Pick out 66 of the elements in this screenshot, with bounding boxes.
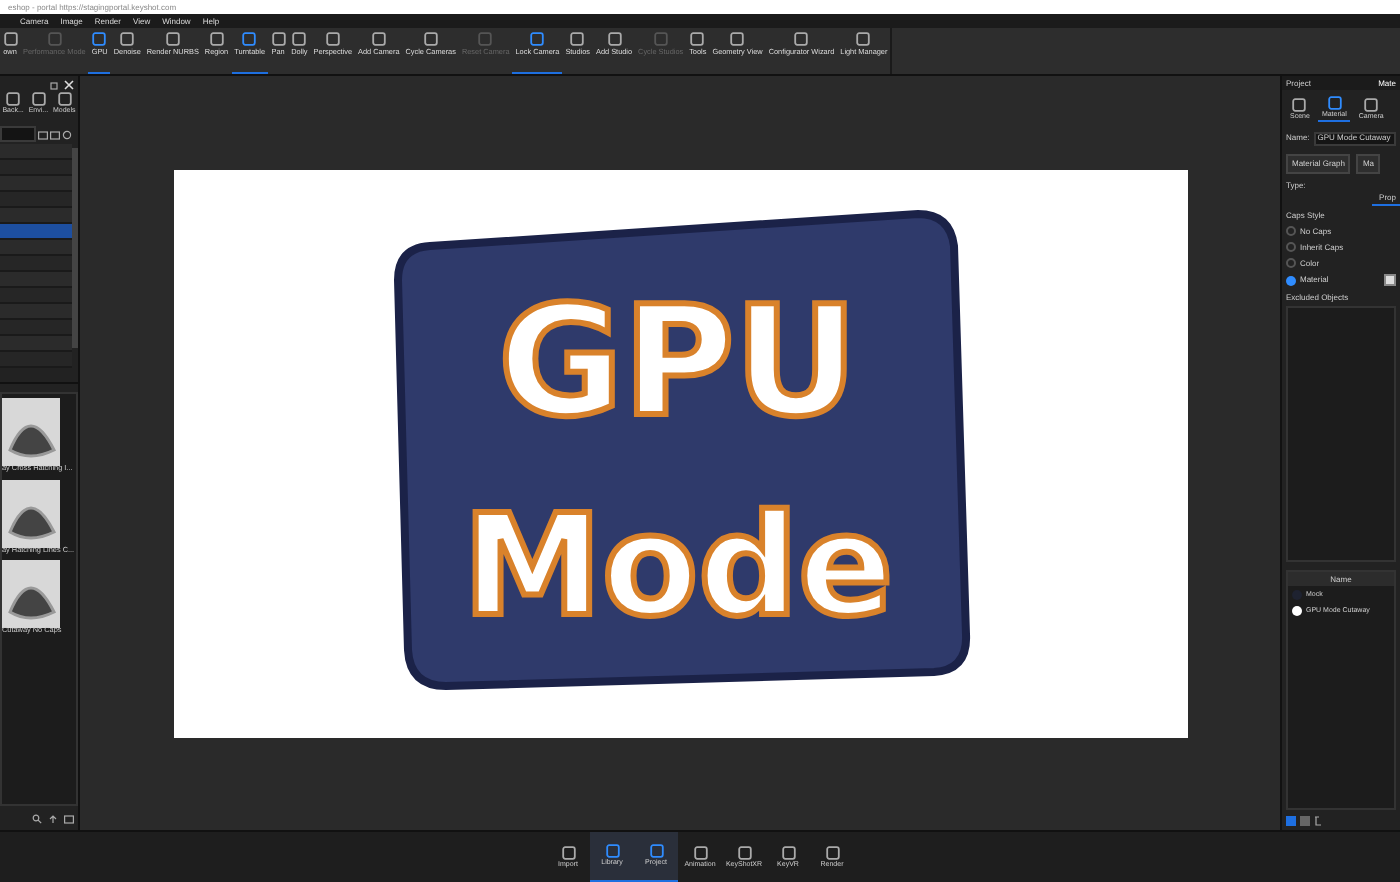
radio-button[interactable]: [1286, 258, 1296, 268]
list-row[interactable]: [0, 224, 72, 240]
material-thumbnail[interactable]: [2, 560, 60, 629]
list-row[interactable]: [0, 192, 72, 208]
grid-view-icon[interactable]: [1300, 815, 1310, 825]
square-icon: [47, 32, 62, 46]
square-icon: [57, 92, 72, 106]
radio-button[interactable]: [1286, 242, 1296, 252]
list-row[interactable]: [0, 336, 72, 352]
radio-button[interactable]: [1286, 275, 1296, 285]
square-icon: [856, 32, 871, 46]
hierarchy-icon[interactable]: [1314, 815, 1324, 825]
square-icon: [31, 92, 46, 106]
list-row[interactable]: [0, 288, 72, 304]
list-row[interactable]: [0, 160, 72, 176]
list-row[interactable]: [0, 208, 72, 224]
square-icon: [781, 845, 795, 860]
square-icon: [1327, 95, 1342, 109]
square-icon: [371, 32, 386, 46]
square-icon: [165, 32, 180, 46]
list-row[interactable]: [0, 304, 72, 320]
square-icon: [825, 845, 839, 860]
refresh-icon[interactable]: [62, 129, 72, 139]
square-icon: [242, 32, 257, 46]
square-icon: [120, 32, 135, 46]
square-icon: [649, 844, 663, 859]
square-icon: [1292, 97, 1307, 111]
square-icon: [271, 32, 286, 46]
square-icon: [423, 32, 438, 46]
list-row[interactable]: [0, 176, 72, 192]
list-row[interactable]: [0, 272, 72, 288]
square-icon: [570, 32, 585, 46]
folder-icon[interactable]: [64, 813, 74, 823]
square-icon: [794, 32, 809, 46]
render-text: GPU: [497, 271, 857, 449]
square-icon: [92, 32, 107, 46]
square-icon: [3, 32, 17, 46]
zoom-icon[interactable]: [32, 813, 42, 823]
close-icon[interactable]: [64, 79, 74, 89]
square-icon: [478, 32, 493, 46]
square-icon: [561, 845, 575, 860]
list-row[interactable]: [0, 320, 72, 336]
square-icon: [607, 32, 622, 46]
square-icon: [690, 32, 705, 46]
square-icon: [730, 32, 745, 46]
square-icon: [6, 92, 21, 106]
square-icon: [653, 32, 668, 46]
list-row[interactable]: [0, 256, 72, 272]
material-swatch[interactable]: [1384, 274, 1396, 286]
material-thumbnail[interactable]: [2, 398, 60, 466]
render-text: Mode: [461, 483, 893, 647]
square-icon: [693, 845, 707, 860]
square-icon: [209, 32, 224, 46]
search-field[interactable]: [0, 126, 36, 142]
square-icon: [325, 32, 340, 46]
square-icon: [737, 845, 751, 860]
square-icon: [530, 32, 545, 46]
square-icon: [605, 844, 619, 859]
material-thumbnail[interactable]: [2, 479, 60, 548]
list-view-icon[interactable]: [1286, 815, 1296, 825]
square-icon: [292, 32, 307, 46]
upload-icon[interactable]: [48, 813, 58, 823]
square-icon: [1364, 97, 1379, 111]
radio-button[interactable]: [1286, 226, 1296, 236]
list-row[interactable]: [0, 240, 72, 256]
restore-icon[interactable]: [50, 79, 60, 89]
